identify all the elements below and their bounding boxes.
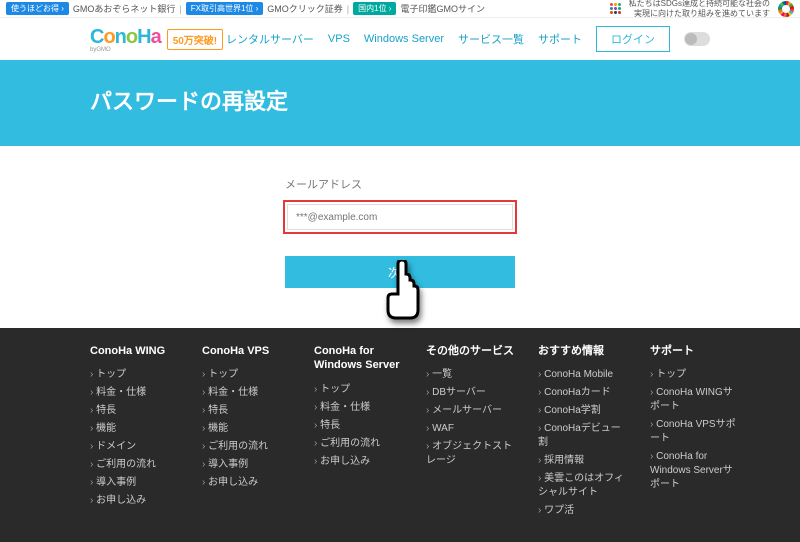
partner-link-1[interactable]: GMOクリック証券 — [267, 2, 343, 15]
nav-windows[interactable]: Windows Server — [364, 33, 444, 45]
sdgs-text: 私たちはSDGs達成と持続可能な社会の 実現に向けた取り組みを進めています — [629, 0, 770, 18]
partner-topbar: 使うほどお得 › GMOあおぞらネット銀行 | FX取引高世界1位 › GMOク… — [0, 0, 800, 18]
nav-rental[interactable]: レンタルサーバー — [226, 31, 314, 47]
topbar-left: 使うほどお得 › GMOあおぞらネット銀行 | FX取引高世界1位 › GMOク… — [6, 2, 485, 15]
footer-link[interactable]: ConoHa学割 — [544, 405, 601, 416]
footer-link[interactable]: 特長 — [96, 405, 116, 416]
footer-col-5: サポートトップ ConoHa WINGサポート ConoHa VPSサポート Cono… — [650, 344, 740, 522]
footer-col-title: その他のサービス — [426, 344, 516, 358]
footer-link[interactable]: 美雲このはオフィシャルサイト — [538, 473, 624, 498]
footer-link[interactable]: 特長 — [320, 420, 340, 431]
footer-link[interactable]: 一覧 — [432, 369, 452, 380]
site-footer: ConoHa WINGトップ料金・仕様特長機能ドメインご利用の流れ導入事例お申し… — [0, 328, 800, 542]
footer-link[interactable]: お申し込み — [208, 477, 258, 488]
site-header: ConoHa byGMO 50万突破! レンタルサーバー VPS Windows… — [0, 18, 800, 60]
email-field[interactable] — [287, 204, 513, 230]
partner-link-2[interactable]: 電子印鑑GMOサイン — [400, 2, 485, 15]
footer-link[interactable]: 機能 — [208, 423, 228, 434]
footer-link[interactable]: 特長 — [208, 405, 228, 416]
footer-link[interactable]: トップ — [96, 369, 126, 380]
email-highlight — [283, 200, 517, 234]
promo-badge: 50万突破! — [167, 29, 223, 50]
footer-link[interactable]: お申し込み — [96, 495, 146, 506]
footer-link[interactable]: ConoHa for Windows Serverサポート — [650, 451, 733, 490]
footer-link[interactable]: ワプ活 — [544, 505, 574, 516]
footer-link[interactable]: トップ — [320, 384, 350, 395]
footer-col-title: ConoHa for Windows Server — [314, 344, 404, 373]
footer-link[interactable]: ご利用の流れ — [320, 438, 380, 449]
footer-link[interactable]: 採用情報 — [544, 455, 584, 466]
footer-col-0: ConoHa WING トップ料金・仕様特長機能ドメインご利用の流れ導入事例お申し… — [90, 344, 180, 522]
footer-link[interactable]: 料金・仕様 — [96, 387, 146, 398]
footer-link[interactable]: メールサーバー — [432, 405, 502, 416]
partner-badge-2[interactable]: 国内1位 › — [353, 2, 396, 15]
footer-link[interactable]: 導入事例 — [208, 459, 248, 470]
footer-link[interactable]: ConoHaデビュー割 — [538, 423, 621, 448]
sdgs-block[interactable]: 私たちはSDGs達成と持続可能な社会の 実現に向けた取り組みを進めています — [610, 0, 794, 18]
partner-badge-0[interactable]: 使うほどお得 › — [6, 2, 69, 15]
hero: パスワードの再設定 — [0, 60, 800, 146]
email-label: メールアドレス — [285, 176, 515, 192]
footer-link[interactable]: 導入事例 — [96, 477, 136, 488]
chevron-icon: | — [179, 4, 181, 14]
footer-link[interactable]: ドメイン — [96, 441, 136, 452]
footer-link[interactable]: ご利用の流れ — [96, 459, 156, 470]
footer-col-title: ConoHa VPS — [202, 344, 292, 358]
footer-col-title: おすすめ情報 — [538, 344, 628, 358]
brand[interactable]: ConoHa byGMO 50万突破! — [90, 26, 223, 53]
footer-link[interactable]: ConoHa Mobile — [544, 369, 613, 380]
footer-link[interactable]: ご利用の流れ — [208, 441, 268, 452]
login-button[interactable]: ログイン — [596, 26, 670, 52]
main-nav: レンタルサーバー VPS Windows Server サービス一覧 サポート … — [226, 26, 710, 52]
footer-col-2: ConoHa for Windows Server トップ料金・仕様特長ご利用の流… — [314, 344, 404, 522]
footer-link[interactable]: ConoHa VPSサポート — [650, 419, 736, 444]
footer-link[interactable]: ConoHaカード — [544, 387, 611, 398]
page-title: パスワードの再設定 — [90, 84, 710, 116]
footer-link[interactable]: ConoHa WINGサポート — [650, 387, 733, 412]
footer-col-1: ConoHa VPS トップ料金・仕様特長機能ご利用の流れ導入事例お申し込み — [202, 344, 292, 522]
footer-link[interactable]: お申し込み — [320, 456, 370, 467]
footer-link[interactable]: トップ — [208, 369, 238, 380]
next-button[interactable]: 次へ — [285, 256, 515, 288]
logo: ConoHa — [90, 26, 161, 48]
sdgs-wheel-icon — [778, 1, 794, 17]
footer-link[interactable]: オブジェクトストレージ — [426, 441, 512, 466]
nav-vps[interactable]: VPS — [328, 33, 350, 45]
footer-link[interactable]: 機能 — [96, 423, 116, 434]
footer-link[interactable]: トップ — [656, 369, 686, 380]
footer-col-4: おすすめ情報 ConoHa Mobile ConoHaカード ConoHa学割 Cono… — [538, 344, 628, 522]
partner-badge-1[interactable]: FX取引高世界1位 › — [186, 2, 264, 15]
nav-services[interactable]: サービス一覧 — [458, 31, 524, 47]
footer-link[interactable]: DBサーバー — [432, 387, 486, 398]
sdgs-dots-icon — [610, 3, 621, 14]
footer-col-title: ConoHa WING — [90, 344, 180, 358]
password-reset-form: メールアドレス 次へ — [0, 146, 800, 328]
footer-link[interactable]: 料金・仕様 — [208, 387, 258, 398]
chevron-icon: | — [347, 4, 349, 14]
nav-support[interactable]: サポート — [538, 31, 582, 47]
footer-link[interactable]: 料金・仕様 — [320, 402, 370, 413]
footer-col-3: その他のサービス一覧 DBサーバーメールサーバー WAF オブジェクトストレージ — [426, 344, 516, 522]
theme-toggle[interactable] — [684, 32, 710, 46]
footer-link[interactable]: WAF — [432, 423, 454, 434]
partner-link-0[interactable]: GMOあおぞらネット銀行 — [73, 2, 176, 15]
footer-col-title: サポート — [650, 344, 740, 358]
